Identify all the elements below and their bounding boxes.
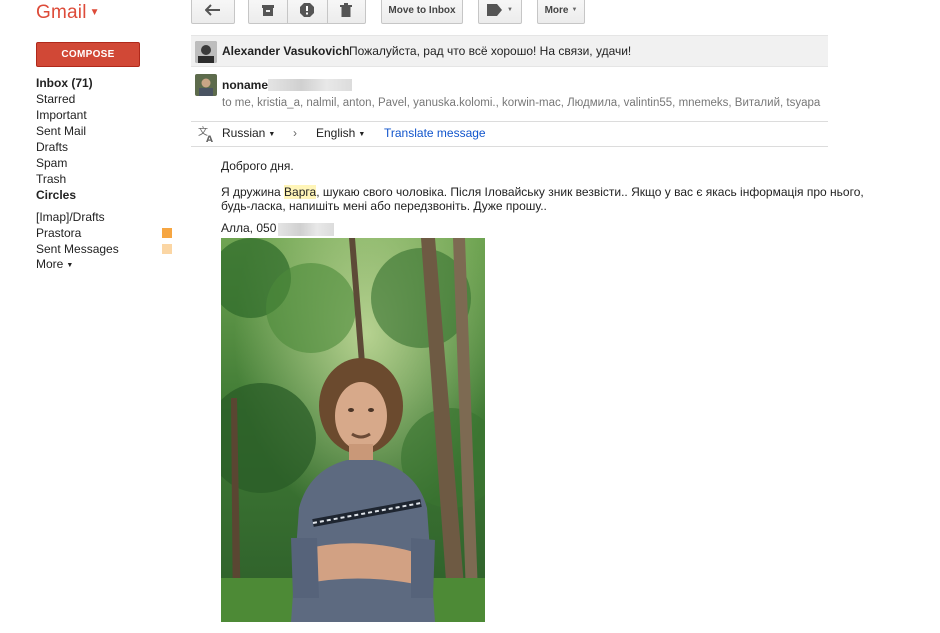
source-language-select[interactable]: Russian ▼ [222,126,275,140]
label-color-swatch[interactable] [162,228,172,238]
nav-spam[interactable]: Spam [36,156,67,170]
move-to-inbox-button[interactable]: Move to Inbox [381,0,463,24]
nav-inbox[interactable]: Inbox (71) [36,76,93,90]
nav-label-imap-drafts[interactable]: [Imap]/Drafts [36,210,105,224]
avatar[interactable] [195,41,217,63]
back-arrow-icon [205,4,220,16]
source-language-label: Russian [222,126,266,140]
archive-button[interactable] [249,0,287,23]
compose-button[interactable]: COMPOSE [36,42,140,67]
nav-more-label: More [36,257,64,271]
attached-photo[interactable] [221,238,485,622]
nav-starred[interactable]: Starred [36,92,75,106]
body-text-part: , шукаю свого чоловіка. Після Іловайську… [316,185,864,199]
chevron-right-icon: › [293,126,297,140]
translate-bar [191,121,828,147]
sender-photo [195,41,217,63]
highlighted-word: Варга [284,185,317,199]
labels-button[interactable]: ▼ [478,0,522,24]
redacted-phone [278,223,334,236]
nav-sent-mail[interactable]: Sent Mail [36,124,86,138]
svg-text:A: A [206,135,213,143]
chevron-down-icon: ▼ [89,7,100,18]
sender-name[interactable]: noname [222,78,268,92]
move-to-inbox-label: Move to Inbox [388,4,456,16]
chevron-down-icon: ▼ [268,131,276,138]
target-language-select[interactable]: English ▼ [316,126,365,140]
nav-more[interactable]: More ▼ [36,257,73,271]
body-signature: Алла, 050 [221,221,277,235]
gmail-logo[interactable]: Gmail ▼ [36,2,100,24]
chevron-down-icon: ▼ [507,7,513,13]
translate-icon: 文A [198,125,216,148]
nav-trash[interactable]: Trash [36,172,66,186]
more-button[interactable]: More ▼ [537,0,585,24]
sender-name[interactable]: Alexander Vasukovich [222,44,349,58]
back-button[interactable] [191,0,235,24]
recipients-line[interactable]: to me, kristia_a, nalmil, anton, Pavel, … [222,97,820,109]
report-spam-icon [300,3,315,17]
delete-button[interactable] [326,0,365,23]
action-button-group [248,0,366,24]
nav-circles[interactable]: Circles [36,188,76,202]
nav-label-sent-messages[interactable]: Sent Messages [36,242,119,256]
label-color-swatch[interactable] [162,244,172,254]
chevron-down-icon: ▼ [571,7,578,13]
body-paragraph-line-1: Я дружина Варга, шукаю свого чоловіка. П… [221,185,864,199]
trash-icon [340,3,353,17]
body-paragraph-line-2: будь-ласка, напишіть мені або передзвоні… [221,199,547,213]
archive-icon [262,5,275,16]
avatar[interactable] [195,74,217,96]
chevron-down-icon: ▼ [66,262,74,269]
label-tag-icon [487,4,503,16]
nav-drafts[interactable]: Drafts [36,140,68,154]
message-snippet: Пожалуйста, рад что всё хорошо! На связи… [349,44,632,58]
translate-message-link[interactable]: Translate message [384,126,486,140]
body-text-part: Я дружина [221,185,285,199]
nav-label-prastora[interactable]: Prastora [36,226,81,240]
redacted-email [268,79,352,91]
target-language-label: English [316,126,356,140]
chevron-down-icon: ▼ [358,131,366,138]
more-label: More [544,4,569,16]
report-spam-button[interactable] [287,0,326,23]
nav-important[interactable]: Important [36,108,87,122]
body-greeting: Доброго дня. [221,159,294,173]
sender-photo [195,74,217,96]
photo-content [221,238,485,622]
